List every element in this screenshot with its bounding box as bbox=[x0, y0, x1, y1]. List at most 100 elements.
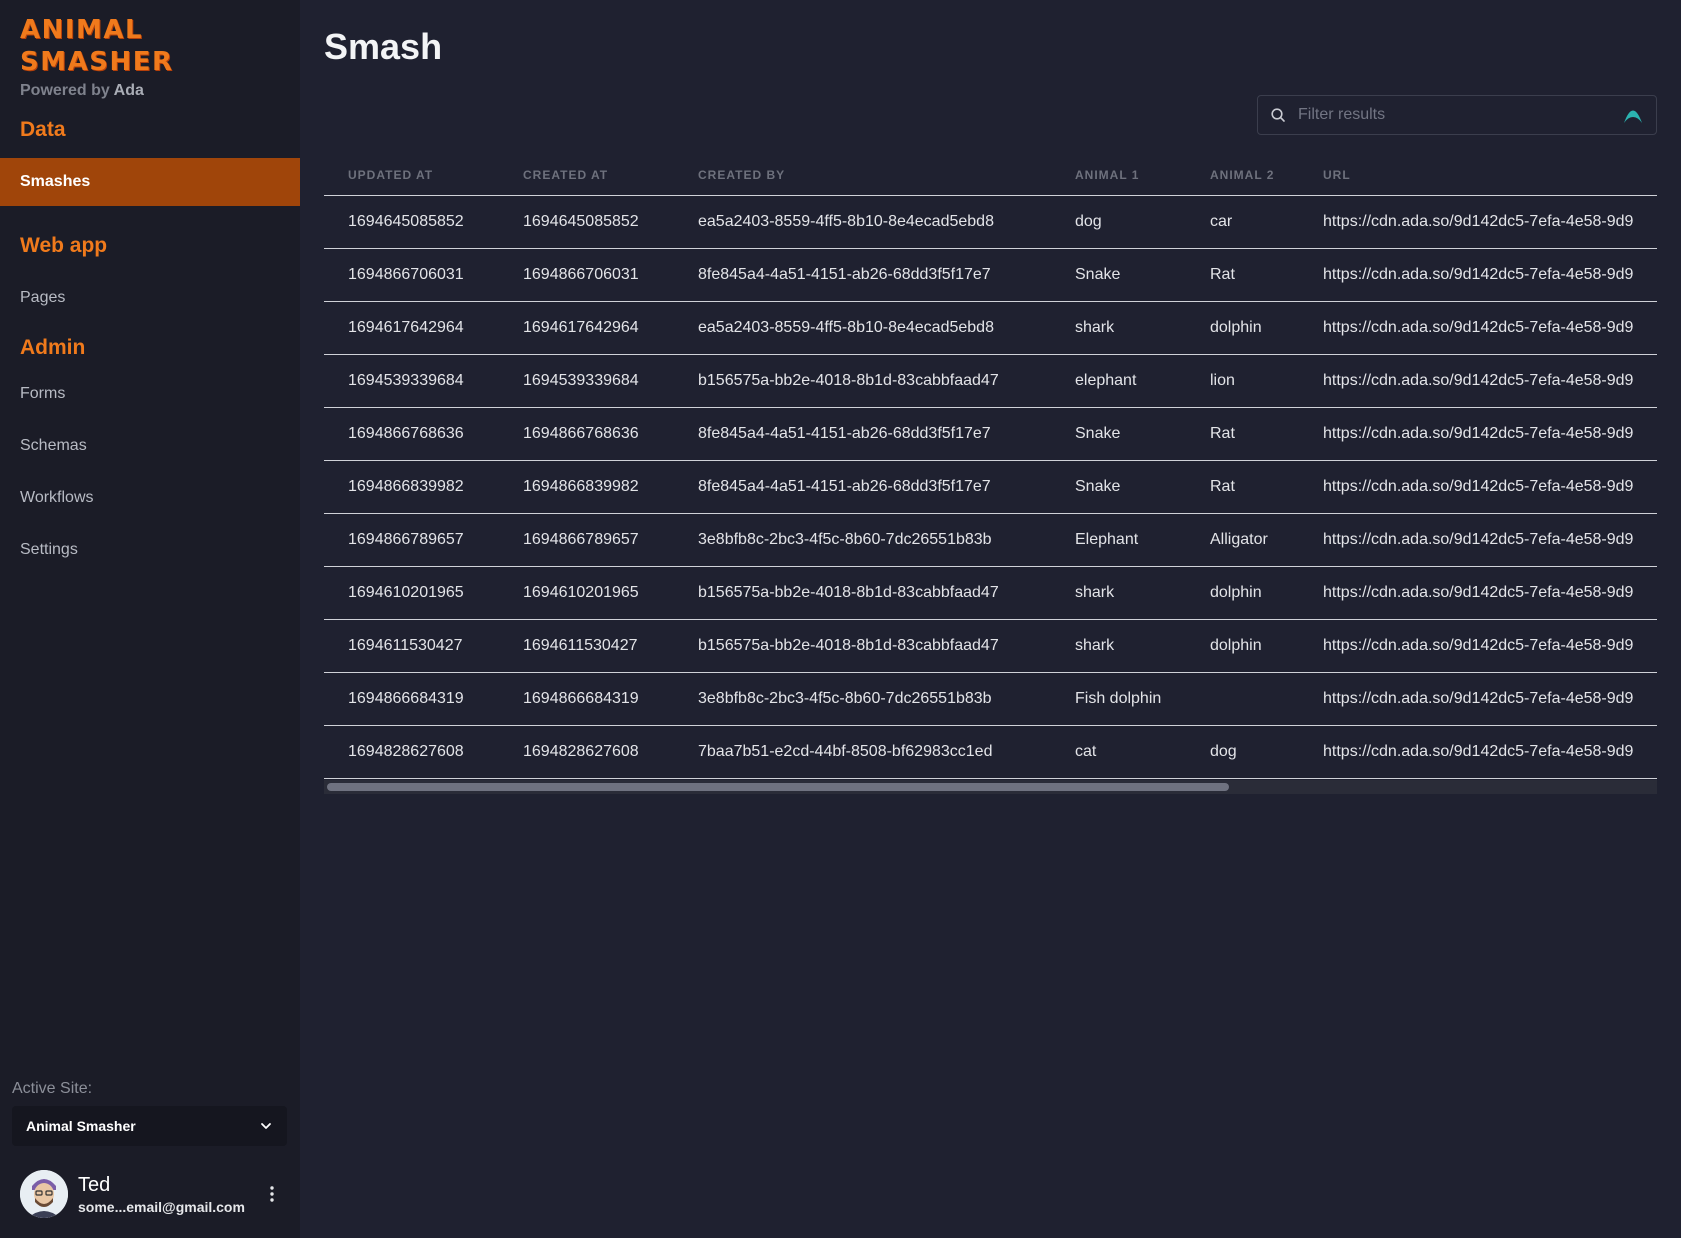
table-cell: 1694866684319 bbox=[324, 672, 499, 726]
table-cell: https://cdn.ada.so/9d142dc5-7efa-4e58-9d… bbox=[1299, 725, 1657, 779]
table-row[interactable]: 1694645085852 1694645085852 ea5a2403-8559-… bbox=[324, 195, 1657, 249]
user-email: some...email@gmail.com bbox=[78, 1199, 245, 1215]
table-cell: Alligator bbox=[1186, 513, 1299, 567]
table-cell: https://cdn.ada.so/9d142dc5-7efa-4e58-9d… bbox=[1299, 672, 1657, 726]
section-title-admin: Admin bbox=[20, 336, 86, 359]
table-cell: lion bbox=[1186, 354, 1299, 408]
table-cell: shark bbox=[1051, 301, 1186, 355]
sidebar-item-forms[interactable]: Forms bbox=[0, 368, 300, 420]
column-header[interactable]: URL bbox=[1299, 155, 1657, 196]
table-cell: 8fe845a4-4a51-4151-ab26-68dd3f5f17e7 bbox=[674, 460, 1051, 514]
table-cell: 1694611530427 bbox=[324, 619, 499, 673]
table-cell: https://cdn.ada.so/9d142dc5-7efa-4e58-9d… bbox=[1299, 195, 1657, 249]
table-cell: shark bbox=[1051, 619, 1186, 673]
table-cell: 1694866706031 bbox=[324, 248, 499, 302]
sidebar-item-label: Workflows bbox=[20, 489, 94, 506]
table-row[interactable]: 1694610201965 1694610201965 b156575a-bb2e-… bbox=[324, 566, 1657, 620]
table-cell: ea5a2403-8559-4ff5-8b10-8e4ecad5ebd8 bbox=[674, 301, 1051, 355]
avatar[interactable] bbox=[20, 1170, 68, 1218]
table-cell: 1694611530427 bbox=[499, 619, 674, 673]
sidebar-item-workflows[interactable]: Workflows bbox=[0, 472, 300, 524]
table-cell: 1694828627608 bbox=[324, 725, 499, 779]
table-cell: car bbox=[1186, 195, 1299, 249]
table-body: 1694645085852 1694645085852 ea5a2403-8559-… bbox=[324, 195, 1657, 779]
column-header[interactable]: UPDATED AT bbox=[324, 155, 499, 196]
search-icon bbox=[1271, 108, 1285, 122]
powered-name: Ada bbox=[113, 82, 144, 99]
search-input[interactable] bbox=[1298, 106, 1622, 124]
table-cell: 3e8bfb8c-2bc3-4f5c-8b60-7dc26551b83b bbox=[674, 672, 1051, 726]
table-cell: 1694617642964 bbox=[499, 301, 674, 355]
table-row[interactable]: 1694539339684 1694539339684 b156575a-bb2e-… bbox=[324, 354, 1657, 408]
column-header[interactable]: ANIMAL 2 bbox=[1186, 155, 1299, 196]
app-logo[interactable]: ANIMAL SMASHER bbox=[20, 14, 280, 78]
powered-by: Powered by Ada bbox=[20, 82, 280, 100]
column-header[interactable]: CREATED AT bbox=[499, 155, 674, 196]
table-cell: Snake bbox=[1051, 460, 1186, 514]
table-cell: https://cdn.ada.so/9d142dc5-7efa-4e58-9d… bbox=[1299, 619, 1657, 673]
table-cell: b156575a-bb2e-4018-8b1d-83cabbfaad47 bbox=[674, 566, 1051, 620]
table-row[interactable]: 1694866768636 1694866768636 8fe845a4-4a51-… bbox=[324, 407, 1657, 461]
table-cell: Rat bbox=[1186, 407, 1299, 461]
user-profile[interactable]: Ted some...email@gmail.com bbox=[20, 1170, 282, 1218]
table-cell: 1694828627608 bbox=[499, 725, 674, 779]
sidebar-item-schemas[interactable]: Schemas bbox=[0, 420, 300, 472]
table-row[interactable]: 1694866706031 1694866706031 8fe845a4-4a51-… bbox=[324, 248, 1657, 302]
brand: ANIMAL SMASHER Powered by Ada bbox=[0, 0, 300, 100]
sidebar-item-label: Pages bbox=[20, 289, 66, 306]
smash-table-container: UPDATED AT CREATED AT CREATED BY ANIMAL 1 AN… bbox=[324, 155, 1657, 779]
table-cell: ea5a2403-8559-4ff5-8b10-8e4ecad5ebd8 bbox=[674, 195, 1051, 249]
table-cell: Rat bbox=[1186, 460, 1299, 514]
sidebar-item-label: Forms bbox=[20, 385, 66, 402]
table-cell: 1694645085852 bbox=[324, 195, 499, 249]
sidebar-item-label: Smashes bbox=[20, 173, 91, 190]
table-row[interactable]: 1694828627608 1694828627608 7baa7b51-e2cd-… bbox=[324, 725, 1657, 779]
table-cell: 1694866706031 bbox=[499, 248, 674, 302]
active-site-select[interactable]: Animal Smasher bbox=[12, 1106, 287, 1146]
section-title-data: Data bbox=[20, 118, 66, 141]
table-cell: cat bbox=[1051, 725, 1186, 779]
scrollbar-thumb[interactable] bbox=[327, 783, 1229, 791]
table-cell: 1694866789657 bbox=[499, 513, 674, 567]
table-cell: 8fe845a4-4a51-4151-ab26-68dd3f5f17e7 bbox=[674, 407, 1051, 461]
smash-table: UPDATED AT CREATED AT CREATED BY ANIMAL 1 AN… bbox=[324, 155, 1657, 779]
app-root: ANIMAL SMASHER Powered by Ada Data Smash… bbox=[0, 0, 1681, 1238]
table-cell: 1694610201965 bbox=[324, 566, 499, 620]
table-row[interactable]: 1694866789657 1694866789657 3e8bfb8c-2bc3-… bbox=[324, 513, 1657, 567]
section-title-webapp: Web app bbox=[20, 234, 108, 257]
table-cell: Fish dolphin bbox=[1051, 672, 1186, 726]
table-row[interactable]: 1694866684319 1694866684319 3e8bfb8c-2bc3-… bbox=[324, 672, 1657, 726]
table-row[interactable]: 1694866839982 1694866839982 8fe845a4-4a51-… bbox=[324, 460, 1657, 514]
table-cell: Snake bbox=[1051, 407, 1186, 461]
main-content: Smash UPDATED ATCREATED ATCREATED BYANIM… bbox=[300, 0, 1681, 1238]
powered-prefix: Powered by bbox=[20, 82, 110, 99]
column-header[interactable]: CREATED BY bbox=[674, 155, 1051, 196]
ada-logo-icon bbox=[1624, 110, 1642, 123]
table-cell: https://cdn.ada.so/9d142dc5-7efa-4e58-9d… bbox=[1299, 460, 1657, 514]
table-cell bbox=[1186, 672, 1299, 726]
table-cell: b156575a-bb2e-4018-8b1d-83cabbfaad47 bbox=[674, 354, 1051, 408]
table-cell: https://cdn.ada.so/9d142dc5-7efa-4e58-9d… bbox=[1299, 566, 1657, 620]
sidebar-item-pages[interactable]: Pages bbox=[0, 272, 300, 324]
table-cell: 1694866684319 bbox=[499, 672, 674, 726]
horizontal-scrollbar[interactable] bbox=[324, 780, 1657, 794]
table-cell: 1694645085852 bbox=[499, 195, 674, 249]
sidebar-item-settings[interactable]: Settings bbox=[0, 524, 300, 576]
sidebar-item-label: Schemas bbox=[20, 437, 87, 454]
page-title: Smash bbox=[324, 26, 443, 67]
table-row[interactable]: 1694611530427 1694611530427 b156575a-bb2e-… bbox=[324, 619, 1657, 673]
table-cell: 1694617642964 bbox=[324, 301, 499, 355]
table-cell: 1694610201965 bbox=[499, 566, 674, 620]
table-cell: 1694866768636 bbox=[324, 407, 499, 461]
table-cell: 1694866839982 bbox=[499, 460, 674, 514]
sidebar-item-label: Settings bbox=[20, 541, 78, 558]
column-header[interactable]: ANIMAL 1 bbox=[1051, 155, 1186, 196]
more-vertical-icon[interactable] bbox=[262, 1182, 282, 1206]
table-cell: 1694866768636 bbox=[499, 407, 674, 461]
table-row[interactable]: 1694617642964 1694617642964 ea5a2403-8559-… bbox=[324, 301, 1657, 355]
sidebar-item-smashes[interactable]: Smashes bbox=[0, 158, 300, 206]
table-cell: b156575a-bb2e-4018-8b1d-83cabbfaad47 bbox=[674, 619, 1051, 673]
table-cell: 1694539339684 bbox=[499, 354, 674, 408]
table-cell: dolphin bbox=[1186, 301, 1299, 355]
active-site-value: Animal Smasher bbox=[26, 1118, 136, 1134]
